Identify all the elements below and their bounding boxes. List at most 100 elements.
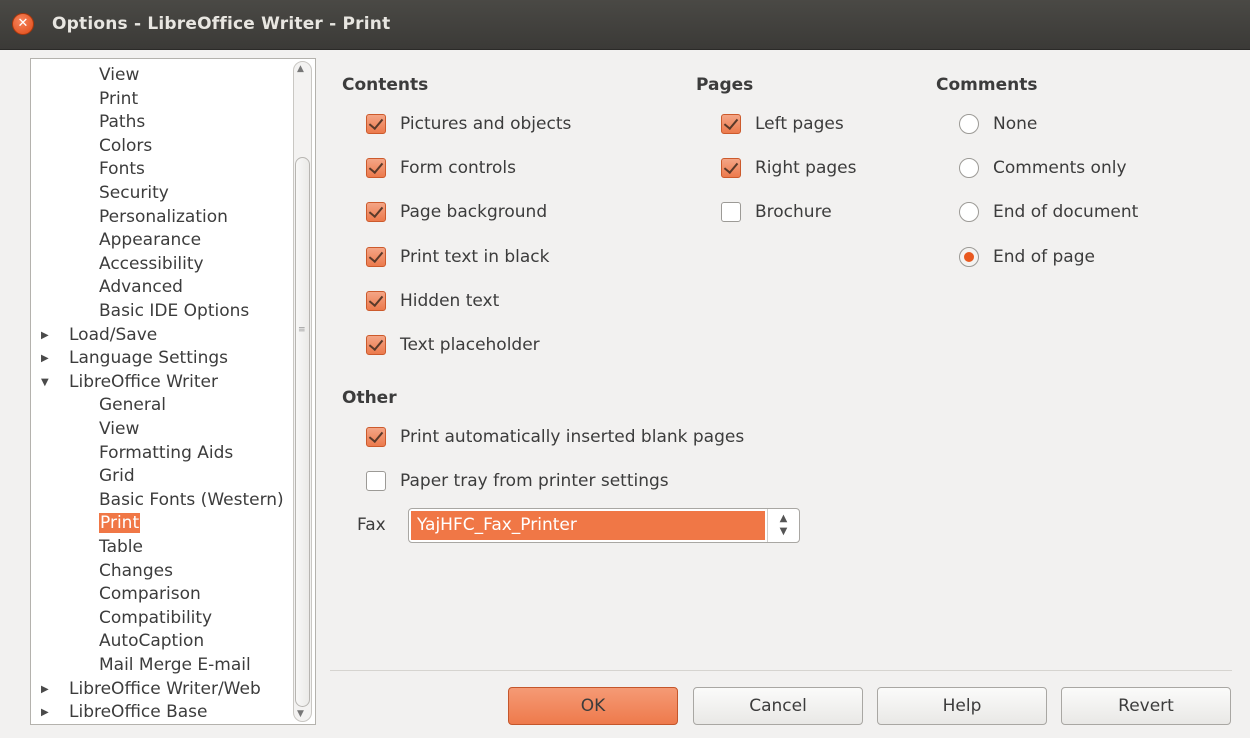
- ok-button[interactable]: OK: [508, 687, 678, 725]
- expander-collapsed-icon[interactable]: ▶: [41, 701, 55, 724]
- tree-item-print[interactable]: Print: [99, 512, 141, 535]
- tree-item-label: Grid: [99, 466, 135, 487]
- tree-item-label: AutoCaption: [99, 631, 205, 652]
- tree-item-label: View: [99, 65, 140, 85]
- tree-item-personalization[interactable]: Personalization: [99, 206, 228, 229]
- checkbox[interactable]: [366, 246, 386, 267]
- fax-value[interactable]: YajHFC_Fax_Printer: [411, 511, 765, 540]
- tree-item-fonts[interactable]: Fonts: [99, 158, 145, 181]
- contents-heading: Contents: [342, 75, 429, 95]
- tree-item-load-save[interactable]: Load/Save: [69, 324, 157, 347]
- checkbox[interactable]: [721, 202, 741, 223]
- tree-item-appearance[interactable]: Appearance: [99, 229, 201, 252]
- tree-item-label: Changes: [99, 560, 173, 581]
- tree-item-view[interactable]: View: [99, 418, 139, 441]
- help-button[interactable]: Help: [877, 687, 1047, 725]
- radio-button[interactable]: [959, 158, 979, 179]
- expander-collapsed-icon[interactable]: ▶: [41, 347, 55, 370]
- option-label: None: [993, 114, 1038, 134]
- checkbox[interactable]: [366, 427, 386, 447]
- radio-button[interactable]: [959, 202, 979, 223]
- checkbox[interactable]: [366, 335, 386, 355]
- tree-item-formatting-aids[interactable]: Formatting Aids: [99, 442, 233, 465]
- tree-item-label: Advanced: [99, 277, 183, 298]
- tree-item-label: LibreOffice Base: [69, 702, 208, 723]
- tree-item-label: View: [99, 419, 140, 439]
- spin-arrows-icon[interactable]: ▲ ▼: [767, 509, 799, 542]
- option-label: Pictures and objects: [400, 114, 572, 134]
- option-label: Brochure: [755, 202, 832, 223]
- radio-button[interactable]: [959, 246, 979, 267]
- tree-item-label: Mail Merge E-mail: [99, 655, 251, 675]
- option-label: Paper tray from printer settings: [400, 471, 669, 492]
- tree-item-accessibility[interactable]: Accessibility: [99, 253, 204, 276]
- option-label: End of page: [993, 246, 1095, 267]
- option-label: Comments only: [993, 158, 1127, 179]
- expander-expanded-icon[interactable]: ▼: [41, 371, 55, 394]
- tree-item-label: Paths: [99, 112, 146, 133]
- revert-button[interactable]: Revert: [1061, 687, 1231, 725]
- tree-item-basic-fonts-western[interactable]: Basic Fonts (Western): [99, 489, 284, 512]
- tree-item-compatibility[interactable]: Compatibility: [99, 607, 212, 630]
- tree-item-label: Security: [99, 183, 169, 203]
- title-bar: ✕ Options - LibreOffice Writer - Print: [0, 0, 1250, 50]
- option-label: Text placeholder: [400, 335, 540, 355]
- options-tree[interactable]: View Print Paths Colors Fonts Security Persona…: [30, 58, 316, 725]
- tree-item-changes[interactable]: Changes: [99, 560, 173, 583]
- tree-item-label: Compatibility: [99, 607, 213, 628]
- tree-item-libreoffice-writer-web[interactable]: LibreOffice Writer/Web: [69, 678, 261, 701]
- checkbox[interactable]: [366, 158, 386, 179]
- radio-button[interactable]: [959, 114, 979, 134]
- scroll-up-icon[interactable]: ▲: [297, 64, 304, 74]
- option-label: Right pages: [755, 158, 857, 179]
- option-label: Print automatically inserted blank pages: [400, 427, 745, 447]
- tree-item-autocaption[interactable]: AutoCaption: [99, 630, 204, 653]
- tree-item-label: LibreOffice Writer/Web: [69, 678, 261, 699]
- tree-item-print[interactable]: Print: [99, 88, 138, 111]
- option-label: Page background: [400, 202, 548, 223]
- tree-item-label: Formatting Aids: [99, 442, 234, 463]
- checkbox[interactable]: [366, 471, 386, 492]
- expander-collapsed-icon[interactable]: ▶: [41, 324, 55, 347]
- tree-item-label: Appearance: [99, 230, 202, 251]
- tree-item-general[interactable]: General: [99, 394, 166, 417]
- tree-item-comparison[interactable]: Comparison: [99, 583, 201, 606]
- comments-heading: Comments: [936, 75, 1038, 95]
- option-label: Left pages: [755, 114, 844, 134]
- option-label: Hidden text: [400, 290, 500, 311]
- tree-item-language-settings[interactable]: Language Settings: [69, 347, 228, 370]
- fax-combobox[interactable]: YajHFC_Fax_Printer ▲ ▼: [408, 508, 800, 543]
- tree-item-label: Load/Save: [69, 324, 158, 345]
- tree-item-label: Personalization: [99, 206, 228, 227]
- checkbox[interactable]: [366, 202, 386, 223]
- tree-item-table[interactable]: Table: [99, 536, 143, 559]
- scroll-down-icon[interactable]: ▼: [297, 709, 304, 719]
- tree-item-grid[interactable]: Grid: [99, 465, 135, 488]
- button-separator: [330, 670, 1232, 671]
- tree-item-mail-merge-e-mail[interactable]: Mail Merge E-mail: [99, 654, 251, 677]
- tree-item-advanced[interactable]: Advanced: [99, 276, 183, 299]
- checkbox[interactable]: [366, 290, 386, 311]
- tree-item-label: Basic Fonts (Western): [99, 489, 284, 510]
- close-icon[interactable]: ✕: [12, 13, 34, 35]
- tree-item-libreoffice-writer[interactable]: LibreOffice Writer: [69, 371, 218, 394]
- pages-heading: Pages: [696, 75, 754, 95]
- expander-collapsed-icon[interactable]: ▶: [41, 678, 55, 701]
- tree-item-colors[interactable]: Colors: [99, 135, 152, 158]
- checkbox[interactable]: [721, 158, 741, 179]
- tree-item-libreoffice-base[interactable]: LibreOffice Base: [69, 701, 207, 724]
- tree-item-basic-ide-options[interactable]: Basic IDE Options: [99, 300, 249, 323]
- tree-item-security[interactable]: Security: [99, 182, 169, 205]
- cancel-button[interactable]: Cancel: [693, 687, 863, 725]
- tree-item-paths[interactable]: Paths: [99, 111, 145, 134]
- fax-label: Fax: [357, 515, 386, 535]
- tree-item-label: Basic IDE Options: [99, 301, 250, 321]
- tree-item-label: Comparison: [99, 584, 201, 605]
- tree-scrollbar[interactable]: ▲ ≡ ▼: [293, 61, 312, 722]
- scroll-thumb[interactable]: [295, 157, 310, 707]
- checkbox[interactable]: [366, 114, 386, 134]
- tree-item-view[interactable]: View: [99, 64, 139, 87]
- other-heading: Other: [342, 388, 397, 408]
- tree-item-label: Print: [99, 88, 139, 109]
- checkbox[interactable]: [721, 114, 741, 134]
